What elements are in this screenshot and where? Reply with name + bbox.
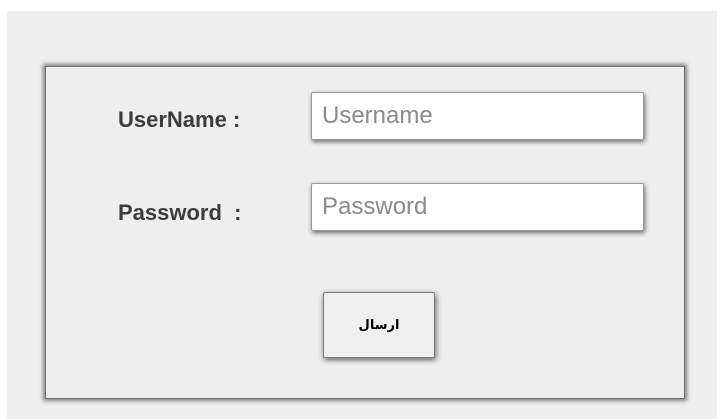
username-label: UserName : [118, 107, 241, 132]
submit-button[interactable]: ارسال [323, 292, 435, 358]
password-label: Password : [118, 200, 242, 225]
password-input[interactable] [311, 183, 644, 231]
login-form: UserName : Password : ارسال [45, 66, 685, 399]
page-background: UserName : Password : ارسال [7, 11, 717, 419]
username-input[interactable] [311, 92, 644, 140]
